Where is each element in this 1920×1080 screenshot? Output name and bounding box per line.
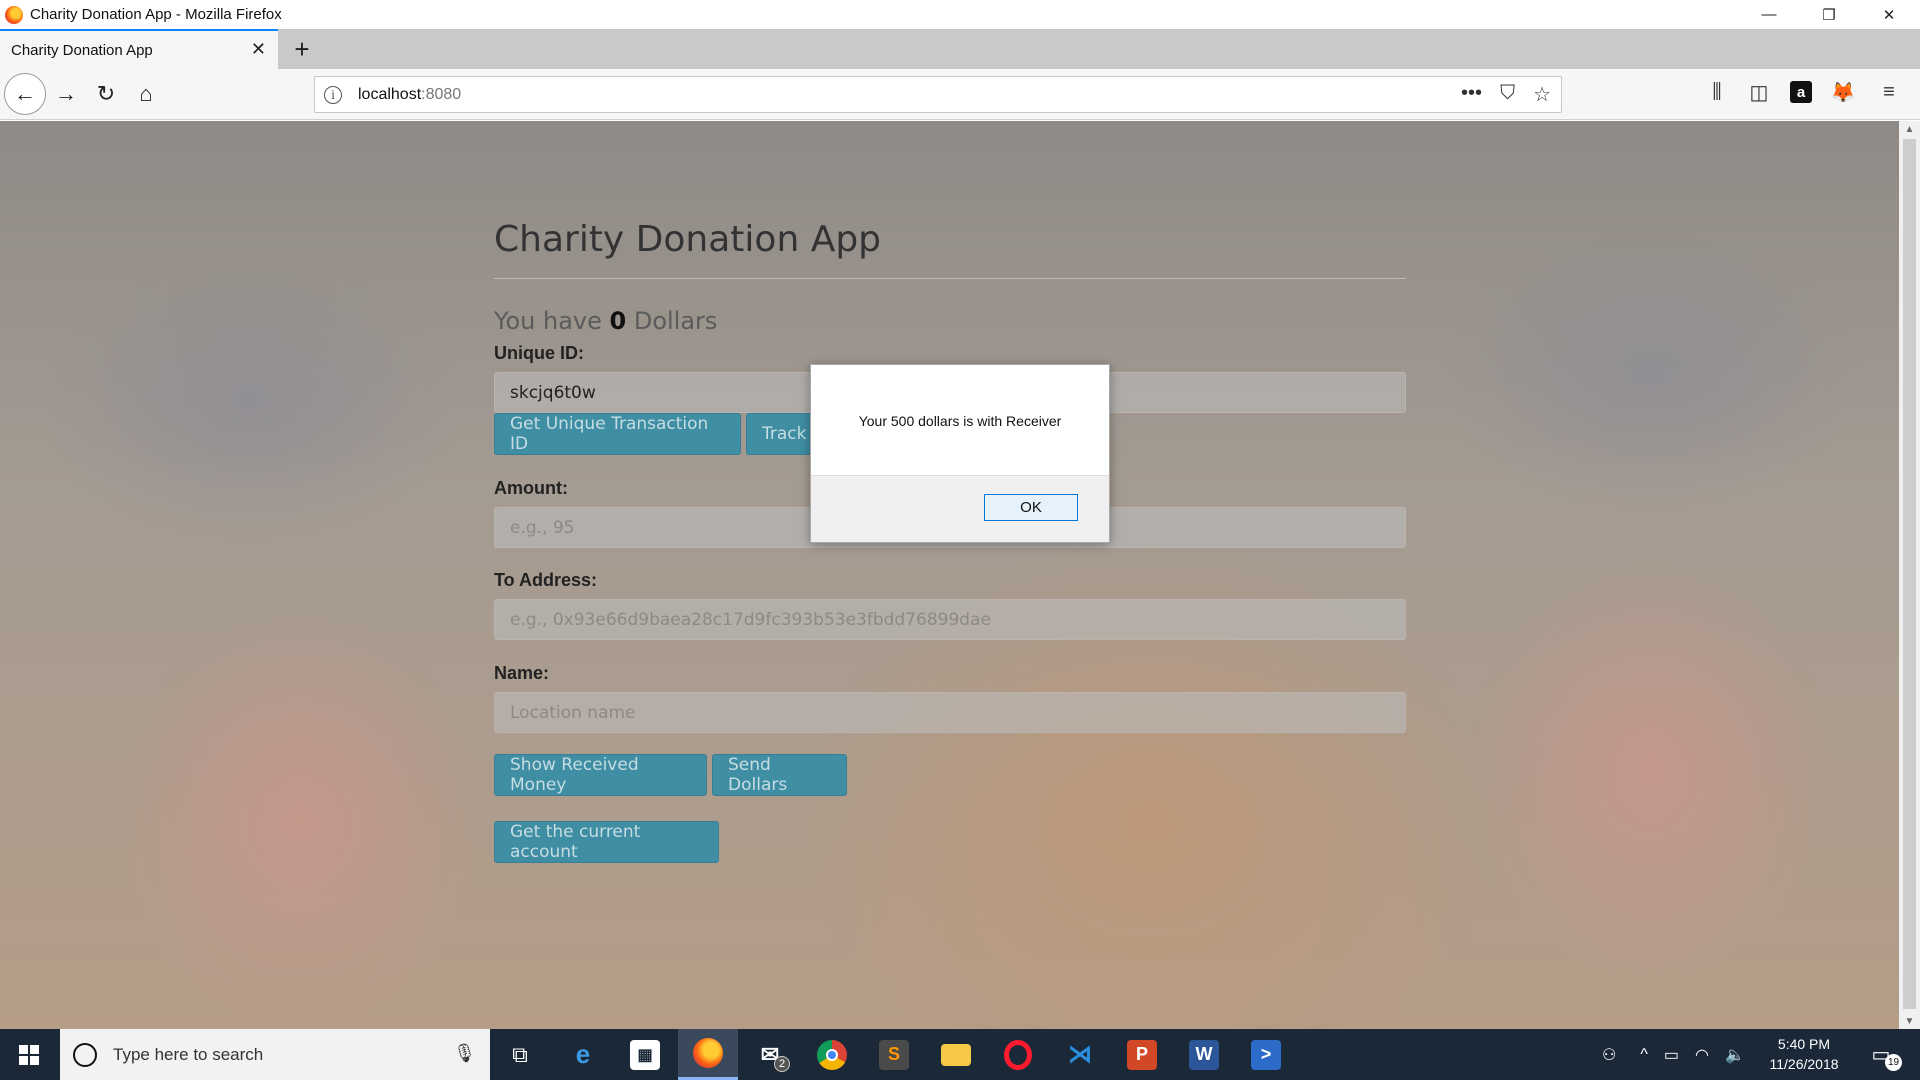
action-center-icon[interactable]: ▭ 19 [1866, 1039, 1902, 1071]
task-view-icon[interactable]: ⧉ [490, 1029, 550, 1080]
opera-icon[interactable] [988, 1029, 1048, 1080]
home-button[interactable]: ⌂ [126, 74, 166, 114]
tab-strip: Charity Donation App ✕ + [0, 29, 1920, 69]
name-input[interactable]: Location name [494, 692, 1406, 733]
reload-button[interactable]: ↻ [86, 74, 126, 114]
vscode-icon[interactable]: ⋊ [1050, 1029, 1110, 1080]
navigation-toolbar: ← → ↻ ⌂ i localhost:8080 ••• ⛉ ☆ ⫼ ◫ a 🦊… [0, 69, 1920, 120]
file-explorer-icon[interactable] [926, 1029, 986, 1080]
balance-text: You have 0 Dollars [494, 307, 717, 335]
url-port: :8080 [421, 85, 462, 103]
page-scrollbar[interactable]: ▲ ▼ [1899, 121, 1920, 1029]
battery-icon[interactable]: ▭ [1664, 1045, 1679, 1065]
amount-label: Amount: [494, 478, 568, 498]
library-icon[interactable]: ⫼ [1706, 81, 1728, 103]
to-address-input[interactable]: e.g., 0x93e66d9baea28c17d9fc393b53e3fbdd… [494, 599, 1406, 640]
microphone-icon[interactable]: 🎙 [453, 1043, 476, 1064]
edge-icon[interactable]: e [553, 1029, 613, 1080]
alert-message: Your 500 dollars is with Receiver [858, 413, 1062, 429]
alert-dialog: Your 500 dollars is with Receiver OK [810, 364, 1110, 543]
powerpoint-icon[interactable]: P [1112, 1029, 1172, 1080]
balance-prefix: You have [494, 307, 610, 335]
firefox-taskbar-icon[interactable] [678, 1029, 738, 1080]
sublime-text-icon[interactable]: S [864, 1029, 924, 1080]
close-tab-icon[interactable]: ✕ [251, 39, 266, 60]
people-icon[interactable]: ⚇ [1602, 1045, 1616, 1065]
scroll-up-icon[interactable]: ▲ [1899, 121, 1920, 137]
show-received-money-button[interactable]: Show Received Money [494, 754, 707, 796]
search-placeholder: Type here to search [113, 1044, 264, 1064]
window-title-bar: Charity Donation App - Mozilla Firefox —… [0, 0, 1920, 29]
taskbar-search-box[interactable]: Type here to search 🎙 [60, 1029, 490, 1080]
to-address-label: To Address: [494, 570, 598, 590]
url-host: localhost [358, 85, 422, 103]
start-button[interactable] [0, 1029, 58, 1080]
tab-charity-donation-app[interactable]: Charity Donation App ✕ [0, 29, 278, 69]
system-tray: ⚇ ^ ▭ ◠ 🔈 [1602, 1029, 1745, 1080]
word-icon[interactable]: W [1174, 1029, 1234, 1080]
windows-logo-icon [19, 1044, 39, 1065]
amazon-icon[interactable]: a [1790, 81, 1812, 103]
page-actions-icon[interactable]: ••• [1461, 82, 1482, 107]
clock-date: 11/26/2018 [1769, 1056, 1839, 1072]
minimize-button[interactable]: — [1742, 0, 1796, 29]
windows-taskbar: Type here to search 🎙 ⧉ e ▦ ✉ 2 S ⋊ P W >… [0, 1029, 1920, 1080]
scroll-thumb[interactable] [1903, 139, 1916, 1009]
page-content: Charity Donation App You have 0 Dollars … [0, 121, 1899, 1029]
get-unique-transaction-id-button[interactable]: Get Unique Transaction ID [494, 413, 741, 455]
restore-button[interactable]: ❐ [1802, 0, 1856, 29]
firefox-logo-icon [5, 5, 23, 24]
close-window-button[interactable]: ✕ [1862, 0, 1916, 29]
ok-button[interactable]: OK [984, 494, 1078, 521]
balance-suffix: Dollars [626, 307, 718, 335]
bookmark-star-icon[interactable]: ☆ [1533, 82, 1551, 107]
chrome-icon[interactable] [802, 1029, 862, 1080]
cortana-icon [73, 1042, 97, 1067]
unique-id-label: Unique ID: [494, 343, 584, 363]
alert-footer: OK [811, 475, 1109, 542]
pocket-icon[interactable]: ⛉ [1500, 82, 1515, 107]
sidebar-icon[interactable]: ◫ [1748, 81, 1770, 104]
metamask-icon[interactable]: 🦊 [1831, 81, 1856, 104]
back-button[interactable]: ← [4, 73, 46, 115]
volume-icon[interactable]: 🔈 [1725, 1045, 1745, 1065]
mail-icon[interactable]: ✉ 2 [740, 1029, 800, 1080]
clock-time: 5:40 PM [1777, 1036, 1831, 1052]
show-hidden-icons-icon[interactable]: ^ [1640, 1046, 1648, 1064]
scroll-down-icon[interactable]: ▼ [1899, 1013, 1920, 1029]
send-dollars-button[interactable]: Send Dollars [712, 754, 847, 796]
divider [494, 278, 1406, 279]
new-tab-button[interactable]: + [286, 33, 318, 65]
hamburger-menu-icon[interactable]: ≡ [1878, 81, 1900, 103]
get-current-account-button[interactable]: Get the current account [494, 821, 719, 863]
url-bar[interactable]: i localhost:8080 ••• ⛉ ☆ [314, 76, 1562, 113]
wifi-icon[interactable]: ◠ [1695, 1045, 1709, 1065]
balance-amount: 0 [609, 307, 627, 335]
tab-title: Charity Donation App [11, 41, 153, 59]
powershell-icon[interactable]: > [1236, 1029, 1296, 1080]
notification-count: 19 [1885, 1054, 1902, 1071]
window-title: Charity Donation App - Mozilla Firefox [30, 6, 282, 23]
site-info-icon[interactable]: i [324, 85, 342, 104]
name-label: Name: [494, 663, 550, 683]
taskbar-clock[interactable]: 5:40 PM 11/26/2018 [1762, 1034, 1846, 1074]
page-title: Charity Donation App [494, 219, 882, 260]
store-icon[interactable]: ▦ [615, 1029, 675, 1080]
mail-badge: 2 [774, 1056, 790, 1072]
forward-button[interactable]: → [46, 74, 86, 114]
